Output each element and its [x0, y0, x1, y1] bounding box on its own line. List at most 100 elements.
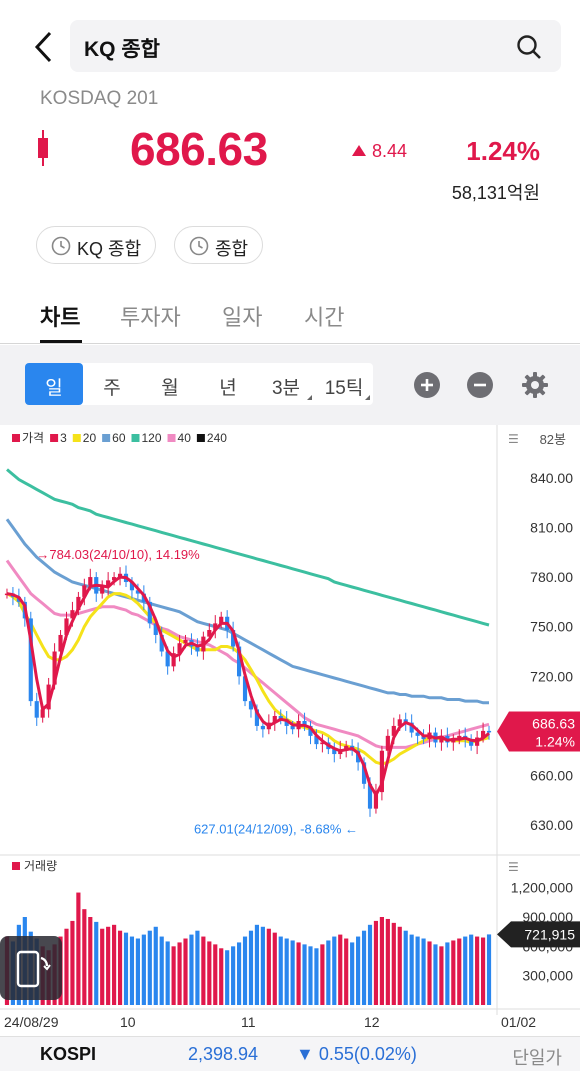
search-input[interactable]: KQ 종합 [70, 20, 561, 72]
volume-bar [159, 936, 164, 1005]
volume-bar [94, 921, 99, 1005]
period-tick[interactable]: 15틱 [315, 363, 373, 405]
legend-label-2: 20 [83, 431, 97, 445]
clock-icon [189, 236, 209, 256]
volume-bar [373, 920, 379, 1005]
chart-toolbar: 일 주 월 년 3분 15틱 [0, 345, 580, 425]
legend-label-0: 가격 [22, 431, 44, 445]
volume-bar [344, 938, 349, 1005]
main-tabs: 차트 투자자 일자 시간 [0, 290, 580, 344]
volume-bar [248, 930, 254, 1005]
legend-label-5: 40 [178, 431, 192, 445]
volume-bar [207, 941, 212, 1005]
volume-bar [117, 930, 123, 1005]
volume-bar [290, 940, 295, 1005]
legend-swatch-3 [102, 434, 111, 442]
volume-bar [326, 940, 331, 1005]
candle-body [486, 730, 492, 733]
volume-bar [314, 948, 319, 1005]
index-change: ▼ 0.55(0.02%) [296, 1044, 417, 1064]
settings-icon[interactable] [521, 371, 549, 399]
last-price-value: 686.63 [532, 716, 575, 732]
price-chart[interactable]: 가격 3 20 60 120 40 240 ☰ 82봉 840.00 810.00 780.00 750… [0, 425, 580, 1040]
last-volume-value: 721,915 [524, 926, 575, 942]
volume-bar [76, 892, 81, 1005]
search-icon[interactable] [515, 33, 543, 61]
volume-bar [201, 936, 206, 1005]
chip-composite[interactable]: 종합 [174, 226, 264, 264]
volume-bar [486, 934, 492, 1005]
x-tick-label-0: 24/08/29 [4, 1014, 59, 1030]
volume-bar [445, 942, 450, 1005]
volume-bar [147, 930, 152, 1005]
tab-investor[interactable]: 투자자 [120, 300, 181, 332]
last-price-percent: 1.24% [535, 734, 575, 750]
candle-body [183, 639, 188, 644]
volume-bar [278, 936, 283, 1005]
index-value: 2,398.94 [188, 1044, 259, 1064]
period-month[interactable]: 월 [141, 363, 199, 405]
candle-icon [38, 130, 48, 166]
volume-bar [165, 941, 170, 1005]
volume-bar [236, 942, 242, 1005]
high-annotation: →784.03(24/10/10), 14.19% [36, 547, 200, 562]
chip-kq-composite[interactable]: KQ 종합 [36, 226, 157, 264]
volume-bar [457, 938, 462, 1005]
x-tick-label-1: 10 [120, 1014, 136, 1030]
ma20-line [6, 592, 490, 766]
period-year[interactable]: 년 [199, 363, 257, 405]
tab-time[interactable]: 시간 [304, 300, 344, 332]
volume-bar [427, 941, 432, 1005]
tab-daily[interactable]: 일자 [222, 300, 262, 332]
volume-bar [100, 928, 105, 1005]
volume-bar [421, 938, 426, 1005]
top-bar: KQ 종합 [0, 0, 580, 90]
chip-label: 종합 [215, 239, 249, 259]
volume-bar [88, 917, 93, 1005]
volume-bar [332, 936, 337, 1005]
volume-bar [254, 924, 260, 1005]
candle-body [34, 701, 39, 718]
y-tick-label-3: 750.00 [530, 619, 573, 635]
chip-label: KQ 종합 [77, 239, 142, 259]
volume-bar [225, 950, 230, 1005]
volume-bar [106, 926, 111, 1005]
tab-chart[interactable]: 차트 [40, 300, 80, 332]
volume-bar [183, 938, 188, 1005]
rotate-screen-button[interactable] [0, 936, 62, 1000]
rotate-screen-icon [16, 950, 51, 988]
volume-bar [177, 942, 182, 1005]
volume-bar [242, 936, 248, 1005]
volume-bar [361, 930, 367, 1005]
volume-bar [231, 946, 236, 1005]
menu-icon: ☰ [508, 432, 519, 446]
back-arrow-icon[interactable] [30, 30, 60, 64]
volume-bar [296, 942, 301, 1005]
zoom-in-icon[interactable] [413, 371, 441, 399]
volume-bar [284, 938, 289, 1005]
y-tick-label-1: 810.00 [530, 519, 573, 535]
zoom-out-icon[interactable] [466, 371, 494, 399]
unit-label[interactable]: 단일가 [512, 1044, 562, 1070]
volume-bar [403, 930, 408, 1005]
dropdown-corner-icon [307, 395, 312, 400]
volume-bar [64, 928, 69, 1005]
index-name: KOSPI [40, 1044, 97, 1064]
volume-bar [112, 924, 117, 1005]
x-tick-label-3: 12 [364, 1014, 380, 1030]
bottom-index-bar[interactable]: KOSPI 2,398.94 ▼ 0.55(0.02%) 단일가 [0, 1036, 580, 1071]
chart-canvas[interactable]: 가격 3 20 60 120 40 240 ☰ 82봉 840.00 810.00 780.00 750… [0, 425, 580, 1040]
change-percent: 1.24% [466, 136, 540, 166]
search-query: KQ 종합 [84, 38, 160, 61]
volume-bar [350, 942, 355, 1005]
period-week[interactable]: 주 [83, 363, 141, 405]
volume-bar [141, 934, 146, 1005]
volume-bar [475, 936, 480, 1005]
volume-bar [379, 917, 384, 1005]
volume-bar [195, 930, 200, 1005]
period-minute[interactable]: 3분 [257, 363, 315, 405]
current-price: 686.63 [130, 123, 268, 175]
period-day[interactable]: 일 [25, 363, 83, 405]
volume-bar [70, 920, 75, 1005]
y-tick-label-0: 840.00 [530, 470, 573, 486]
